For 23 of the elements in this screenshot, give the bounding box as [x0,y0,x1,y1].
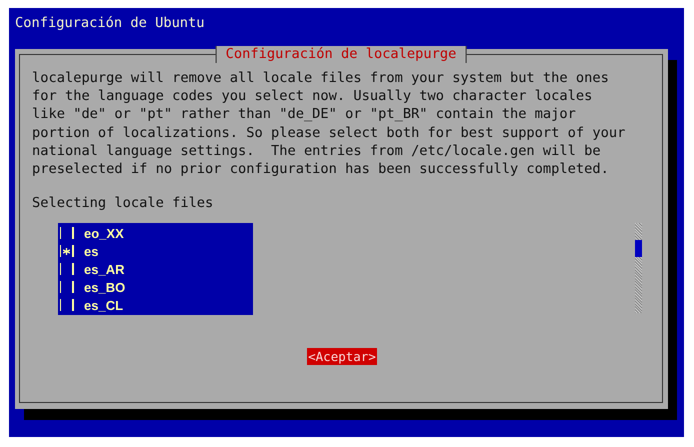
locale-label: es_AR [84,262,124,277]
locale-item[interactable]: es_CL [58,296,253,314]
locale-item[interactable]: es_BO [58,278,253,296]
asterisk-icon [63,248,70,255]
dialog-message: localepurge will remove all locale files from your system but the ones for the language codes you select now. Usually two character locales like "de" or "pt" rather than "de_DE" or "pt_BR" contain the major portion of localizations. So please select both for best support of your national language settings. The entries from /etc/locale.gen will be preselected if no prior configuration has been successfully completed. [32,69,626,178]
locale-label: es_CL [84,298,124,313]
checkbox[interactable] [60,227,74,240]
locale-label: eo_XX [84,226,124,241]
locale-item[interactable]: es_AR [58,260,253,278]
locale-label: es_BO [84,280,126,295]
scrollbar[interactable] [635,223,642,314]
accept-button[interactable]: <Aceptar> [307,348,377,366]
checkbox[interactable] [60,299,74,312]
checkbox[interactable] [60,281,74,294]
prompt-label: Selecting locale files [32,194,214,212]
locale-item[interactable]: es [58,242,253,260]
locale-item[interactable]: eo_XX [58,224,253,242]
dialog-title: Configuración de localepurge [216,46,466,63]
checkbox[interactable] [60,245,74,258]
scrollbar-thumb[interactable] [635,240,642,258]
locale-label: es [84,244,98,259]
screen-title: Configuración de Ubuntu [15,15,205,31]
checkbox[interactable] [60,263,74,276]
